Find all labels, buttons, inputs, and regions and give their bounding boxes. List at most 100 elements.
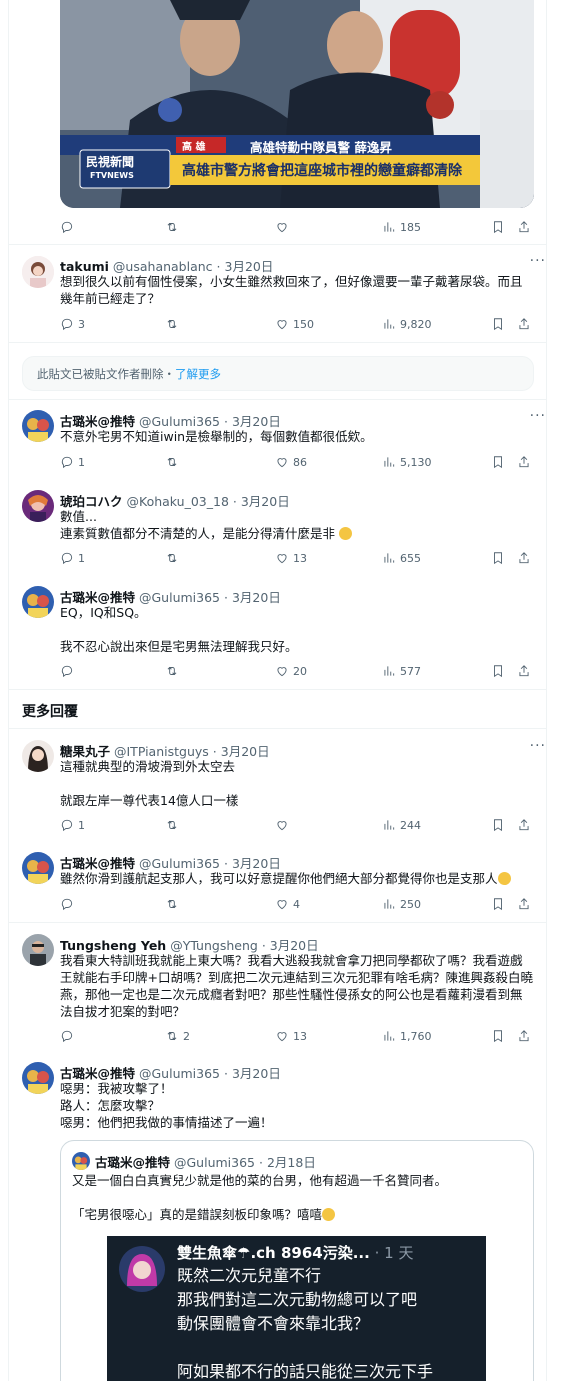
like-button[interactable]: 150 — [275, 317, 314, 331]
retweet-button[interactable] — [165, 897, 179, 911]
share-icon — [519, 665, 529, 677]
learn-more-link[interactable]: 了解更多 — [175, 367, 221, 381]
reply-button[interactable] — [60, 664, 74, 678]
share-button[interactable] — [517, 317, 531, 331]
share-button[interactable] — [517, 455, 531, 469]
bookmark-button[interactable] — [491, 818, 505, 832]
views-button[interactable]: 9,820 — [382, 317, 432, 331]
avatar[interactable] — [22, 410, 54, 442]
like-button[interactable]: 13 — [275, 1029, 307, 1043]
views-button[interactable]: 577 — [382, 664, 421, 678]
avatar-image — [22, 410, 54, 442]
retweet-button[interactable] — [165, 317, 179, 331]
reply-button[interactable] — [60, 897, 74, 911]
reply-button[interactable]: 1 — [60, 551, 85, 565]
views-button[interactable]: 250 — [382, 897, 421, 911]
retweet-button[interactable] — [165, 551, 179, 565]
user-handle[interactable]: @Kohaku_03_18 — [127, 494, 229, 509]
tweet-date[interactable]: 3月20日 — [232, 1066, 281, 1081]
tweet-date[interactable]: 3月20日 — [270, 938, 319, 953]
avatar[interactable] — [22, 1062, 54, 1094]
user-handle[interactable]: @YTungsheng — [170, 938, 258, 953]
like-button[interactable]: 86 — [275, 455, 307, 469]
bookmark-button[interactable] — [491, 455, 505, 469]
quote-header: 古璐米@推特 @Gulumi365 · 2月18日 — [95, 1155, 316, 1170]
views-button[interactable]: 1,760 — [382, 1029, 432, 1043]
display-name[interactable]: 古璐米@推特 — [60, 414, 135, 429]
reply-button[interactable]: 3 — [60, 317, 85, 331]
quote-avatar — [72, 1152, 90, 1170]
avatar[interactable] — [22, 934, 54, 966]
tweet-date[interactable]: 3月20日 — [232, 590, 281, 605]
reply-button[interactable]: 1 — [60, 818, 85, 832]
bookmark-button[interactable] — [491, 220, 505, 234]
views-button[interactable]: 655 — [382, 551, 421, 565]
bookmark-button[interactable] — [491, 551, 505, 565]
views-count: 9,820 — [400, 317, 432, 331]
quote-blank-line — [72, 1189, 522, 1206]
bookmark-button[interactable] — [491, 1029, 505, 1043]
share-button[interactable] — [517, 220, 531, 234]
retweet-button[interactable]: 2 — [165, 1029, 190, 1043]
heart-icon — [277, 223, 287, 233]
avatar[interactable] — [22, 256, 54, 288]
user-handle[interactable]: @Gulumi365 — [139, 590, 220, 605]
retweet-button[interactable] — [165, 818, 179, 832]
avatar[interactable] — [22, 740, 54, 772]
user-handle[interactable]: @ITPianistguys — [114, 744, 209, 759]
bookmark-button[interactable] — [491, 897, 505, 911]
user-handle[interactable]: @Gulumi365 — [139, 1066, 220, 1081]
share-button[interactable] — [517, 897, 531, 911]
bookmark-button[interactable] — [491, 317, 505, 331]
user-handle[interactable]: @Gulumi365 — [139, 856, 220, 871]
tweet-date[interactable]: 3月20日 — [232, 414, 281, 429]
retweet-count: 2 — [183, 1029, 190, 1043]
like-button[interactable]: 4 — [275, 897, 300, 911]
retweet-button[interactable] — [165, 220, 179, 234]
display-name[interactable]: 古璐米@推特 — [60, 856, 135, 871]
like-button[interactable]: 13 — [275, 551, 307, 565]
like-button[interactable] — [275, 220, 289, 234]
display-name[interactable]: 琥珀コハク — [60, 494, 123, 509]
tweet-actions: 1 244 — [60, 818, 535, 836]
tweet-date[interactable]: 3月20日 — [232, 856, 281, 871]
share-button[interactable] — [517, 818, 531, 832]
user-handle[interactable]: @usahanablanc — [113, 259, 213, 274]
reply-icon — [61, 552, 73, 565]
tweet-date[interactable]: 3月20日 — [225, 259, 274, 274]
user-handle[interactable]: @Gulumi365 — [139, 414, 220, 429]
share-button[interactable] — [517, 1029, 531, 1043]
news-video-thumbnail[interactable]: 高 雄 高雄特勤中隊員警 薛逸昇 民視新聞 FTVNEWS 高雄市警方將會把這座… — [60, 0, 534, 208]
retweet-button[interactable] — [165, 455, 179, 469]
avatar[interactable] — [22, 586, 54, 618]
display-name[interactable]: 古璐米@推特 — [60, 1066, 135, 1081]
avatar[interactable] — [22, 852, 54, 884]
tweet-date[interactable]: 3月20日 — [241, 494, 290, 509]
display-name[interactable]: Tungsheng Yeh — [60, 938, 166, 953]
display-name[interactable]: 古璐米@推特 — [60, 590, 135, 605]
views-button[interactable]: 185 — [382, 220, 421, 234]
retweet-icon — [167, 820, 177, 830]
more-options-icon[interactable]: ··· — [530, 408, 546, 424]
views-button[interactable]: 244 — [382, 818, 421, 832]
display-name[interactable]: 糖果丸子 — [60, 744, 110, 759]
more-options-icon[interactable]: ··· — [530, 253, 546, 269]
reply-button[interactable]: 1 — [60, 455, 85, 469]
avatar[interactable] — [22, 490, 54, 522]
retweet-button[interactable] — [165, 664, 179, 678]
quoted-image[interactable]: 雙生魚傘☂.ch 8964污染... · 1 天 既然二次元兒童不行 那我們對這… — [107, 1236, 486, 1381]
views-button[interactable]: 5,130 — [382, 455, 432, 469]
bookmark-button[interactable] — [491, 664, 505, 678]
share-button[interactable] — [517, 551, 531, 565]
more-options-icon[interactable]: ··· — [530, 738, 546, 754]
like-button[interactable]: 20 — [275, 664, 307, 678]
tweet-text: EQ，IQ和SQ。 我不忍心說出來但是宅男無法理解我只好。 — [60, 604, 535, 655]
divider — [8, 728, 547, 729]
like-button[interactable] — [275, 818, 289, 832]
reply-button[interactable] — [60, 1029, 74, 1043]
tweet-date[interactable]: 3月20日 — [221, 744, 270, 759]
display-name[interactable]: takumi — [60, 259, 109, 274]
share-button[interactable] — [517, 664, 531, 678]
reply-button[interactable] — [60, 220, 74, 234]
